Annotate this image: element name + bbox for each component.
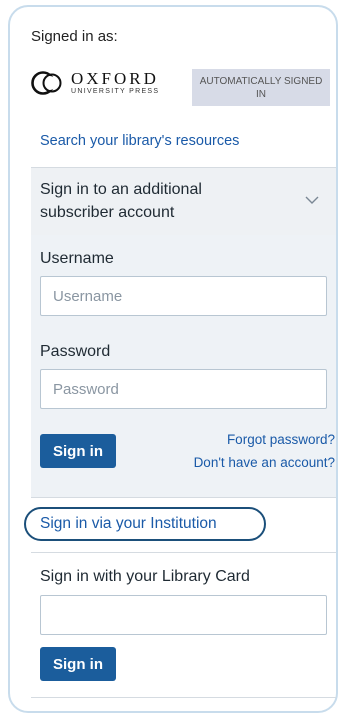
section-divider-bottom: [31, 697, 336, 698]
oxford-logo-icon: [31, 70, 62, 95]
section-divider: [31, 552, 336, 553]
accordion-label: Sign in to an additional subscriber acco…: [40, 181, 202, 221]
signed-in-label: Signed in as:: [31, 28, 118, 45]
signin-button[interactable]: Sign in: [40, 434, 116, 468]
oxford-logo: OXFORD UNIVERSITY PRESS: [31, 70, 159, 95]
additional-account-accordion[interactable]: Sign in to an additional subscriber acco…: [31, 167, 336, 237]
chevron-down-icon: [305, 196, 319, 204]
search-library-link[interactable]: Search your library's resources: [40, 133, 239, 149]
oxford-logo-name: OXFORD: [71, 69, 159, 88]
create-account-link[interactable]: Don't have an account?: [194, 455, 335, 470]
library-card-signin-button[interactable]: Sign in: [40, 647, 116, 681]
username-input[interactable]: [40, 276, 327, 316]
forgot-password-link[interactable]: Forgot password?: [227, 432, 335, 447]
library-card-heading: Sign in with your Library Card: [40, 568, 250, 585]
password-label: Password: [40, 343, 111, 360]
username-label: Username: [40, 250, 114, 267]
library-card-input[interactable]: [40, 595, 327, 635]
password-input[interactable]: [40, 369, 327, 409]
auto-signed-in-badge: AUTOMATICALLY SIGNED IN: [192, 69, 330, 106]
oxford-logo-subtitle: UNIVERSITY PRESS: [71, 88, 160, 95]
institution-signin-link[interactable]: Sign in via your Institution: [24, 507, 266, 541]
